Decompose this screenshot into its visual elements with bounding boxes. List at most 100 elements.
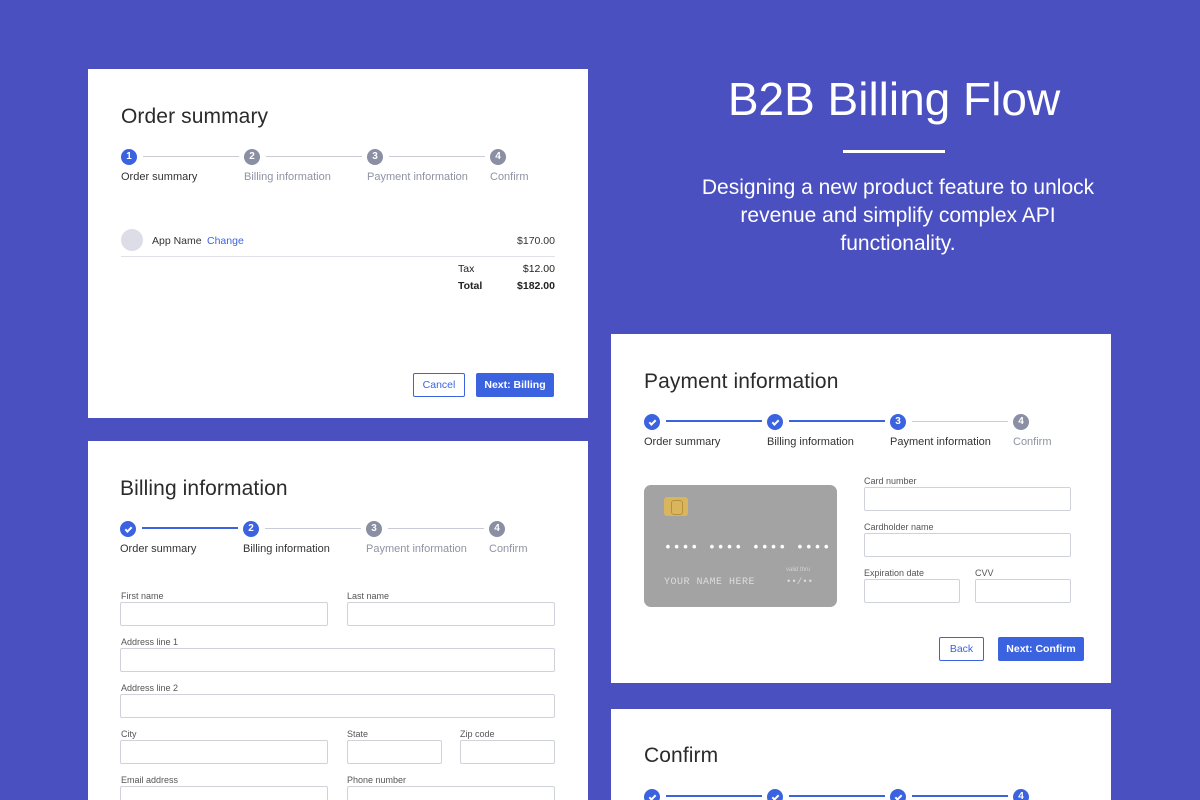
- email-label: Email address: [121, 775, 179, 785]
- order-summary-card: Order summary 1 Order summary 2 Billing inf…: [88, 69, 588, 418]
- step-connector: [912, 795, 1008, 797]
- step-connector: [266, 156, 362, 157]
- cancel-button[interactable]: Cancel: [413, 373, 465, 397]
- address2-field[interactable]: [120, 694, 555, 718]
- phone-label: Phone number: [347, 775, 407, 785]
- step-label: Order summary: [121, 171, 198, 183]
- step-connector: [666, 795, 762, 797]
- valid-thru-value: ••/••: [786, 577, 814, 587]
- last-name-field[interactable]: [347, 602, 555, 626]
- order-line-item: App Name Change $170.00: [121, 229, 555, 257]
- step-number: 3: [367, 149, 383, 165]
- order-totals: Tax $12.00 Total $182.00: [448, 263, 555, 297]
- step-label: Order summary: [644, 436, 721, 448]
- step-label: Payment information: [890, 436, 991, 448]
- step-number: 2: [244, 149, 260, 165]
- step-connector: [912, 421, 1008, 422]
- app-name: App Name: [152, 235, 202, 247]
- expiration-field[interactable]: [864, 579, 960, 603]
- card-title: Payment information: [644, 370, 839, 393]
- city-label: City: [121, 729, 137, 739]
- tax-label: Tax: [458, 263, 475, 275]
- stepper: Order summary Billing information 3 Payment…: [644, 414, 1084, 454]
- cardholder-label: Cardholder name: [864, 522, 934, 532]
- cvv-field[interactable]: [975, 579, 1071, 603]
- next-billing-button[interactable]: Next: Billing: [476, 373, 554, 397]
- card-number-field[interactable]: [864, 487, 1071, 511]
- cardholder-field[interactable]: [864, 533, 1071, 557]
- step-label: Billing information: [243, 543, 330, 555]
- card-name-preview: YOUR NAME HERE: [664, 577, 756, 588]
- step-connector: [388, 528, 484, 529]
- card-title: Order summary: [121, 105, 269, 128]
- step-label: Confirm: [489, 543, 528, 555]
- expiration-label: Expiration date: [864, 568, 925, 578]
- address1-label: Address line 1: [121, 637, 179, 647]
- step-number: 2: [243, 521, 259, 537]
- step-check-icon: [644, 414, 660, 430]
- stepper: Order summary 2 Billing information 3 Paymen…: [120, 521, 560, 561]
- zip-label: Zip code: [460, 729, 495, 739]
- step-label: Confirm: [490, 171, 529, 183]
- step-number: 1: [121, 149, 137, 165]
- cvv-label: CVV: [975, 568, 994, 578]
- payment-information-card: Payment information Order summary Billing…: [611, 334, 1111, 683]
- step-label: Billing information: [767, 436, 854, 448]
- app-price: $170.00: [517, 235, 555, 247]
- first-name-field[interactable]: [120, 602, 328, 626]
- step-check-icon: [767, 789, 783, 800]
- step-check-icon: [767, 414, 783, 430]
- card-title: Billing information: [120, 477, 288, 500]
- step-label: Payment information: [366, 543, 467, 555]
- tax-value: $12.00: [522, 263, 555, 275]
- step-number: 3: [890, 414, 906, 430]
- zip-field[interactable]: [460, 740, 555, 764]
- stepper: 1 Order summary 2 Billing information 3 Payme…: [121, 149, 561, 189]
- step-label: Payment information: [367, 171, 468, 183]
- state-label: State: [347, 729, 369, 739]
- address2-label: Address line 2: [121, 683, 179, 693]
- credit-card-preview: •••• •••• •••• •••• YOUR NAME HERE valid…: [644, 485, 837, 607]
- total-value: $182.00: [517, 280, 555, 292]
- step-connector: [789, 795, 885, 797]
- next-confirm-button[interactable]: Next: Confirm: [998, 637, 1084, 661]
- step-connector: [265, 528, 361, 529]
- card-number-preview: •••• •••• •••• ••••: [664, 540, 832, 555]
- step-label: Order summary: [120, 543, 197, 555]
- step-check-icon: [644, 789, 660, 800]
- first-name-label: First name: [121, 591, 164, 601]
- step-connector: [142, 527, 238, 529]
- card-number-label: Card number: [864, 476, 917, 486]
- state-field[interactable]: [347, 740, 442, 764]
- hero-subtitle: Designing a new product feature to unloc…: [701, 176, 1095, 255]
- email-field[interactable]: [120, 786, 328, 800]
- card-chip-icon: [664, 497, 688, 516]
- last-name-label: Last name: [347, 591, 390, 601]
- step-check-icon: [120, 521, 136, 537]
- step-connector: [666, 420, 762, 422]
- phone-field[interactable]: [347, 786, 555, 800]
- city-field[interactable]: [120, 740, 328, 764]
- step-number: 4: [1013, 789, 1029, 800]
- hero-title: B2B Billing Flow: [727, 73, 1061, 125]
- step-connector: [789, 420, 885, 422]
- stepper: Order summaryBilling informationPayment …: [644, 789, 1084, 800]
- step-connector: [143, 156, 239, 157]
- confirm-card: Confirm Order summaryBilling information…: [611, 709, 1111, 800]
- step-label: Confirm: [1013, 436, 1052, 448]
- step-number: 4: [1013, 414, 1029, 430]
- valid-thru-label: valid thru: [786, 567, 811, 573]
- step-number: 3: [366, 521, 382, 537]
- app-avatar: [121, 229, 143, 251]
- hero-divider: [843, 150, 945, 153]
- step-number: 4: [490, 149, 506, 165]
- back-button[interactable]: Back: [939, 637, 984, 661]
- total-label: Total: [458, 280, 483, 292]
- address1-field[interactable]: [120, 648, 555, 672]
- step-label: Billing information: [244, 171, 331, 183]
- step-number: 4: [489, 521, 505, 537]
- billing-information-card: Billing information Order summary 2 Billin…: [88, 441, 588, 800]
- step-connector: [389, 156, 485, 157]
- card-title: Confirm: [644, 744, 719, 767]
- change-link[interactable]: Change: [207, 235, 244, 247]
